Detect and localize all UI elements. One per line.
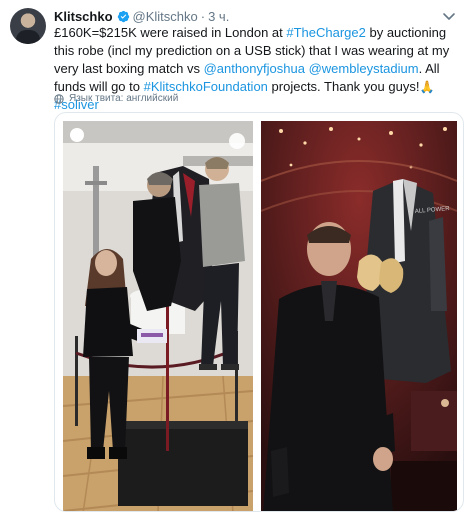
tweet-text-part: projects. Thank you guys! [267,79,420,94]
verified-badge-icon [117,10,129,22]
tweet-language: Язык твита: английский [54,93,178,104]
tweet-media: ALL POWER [54,112,464,512]
author-name[interactable]: Klitschko [54,9,113,24]
mention-link[interactable]: @anthonyfjoshua [204,61,305,76]
photo-auction-robe[interactable] [63,121,253,511]
tweet[interactable]: Klitschko @Klitschko · 3 ч. £160K=$215K … [0,0,468,512]
photo-auction-robe-image [63,121,253,511]
praying-hands-emoji: 🙏 [419,80,435,94]
photo-klitschko-with-robe-image: ALL POWER [261,121,457,511]
hashtag-link[interactable]: #KlitschkoFoundation [144,79,268,94]
tweet-header: Klitschko @Klitschko · 3 ч. [54,8,229,24]
mention-link[interactable]: @wembleystadium [309,61,419,76]
separator-dot: · [200,8,206,24]
tweet-language-label[interactable]: Язык твита: английский [69,93,178,104]
hashtag-link[interactable]: #TheCharge2 [286,25,366,40]
tweet-timestamp[interactable]: 3 ч. [208,9,229,24]
author-handle[interactable]: @Klitschko [133,9,198,24]
chevron-down-icon[interactable] [442,9,456,23]
avatar[interactable] [10,8,46,44]
tweet-text-part: £160K=$215K were raised in London at [54,25,287,40]
globe-icon [54,93,64,104]
photo-klitschko-with-robe[interactable]: ALL POWER [261,121,457,511]
